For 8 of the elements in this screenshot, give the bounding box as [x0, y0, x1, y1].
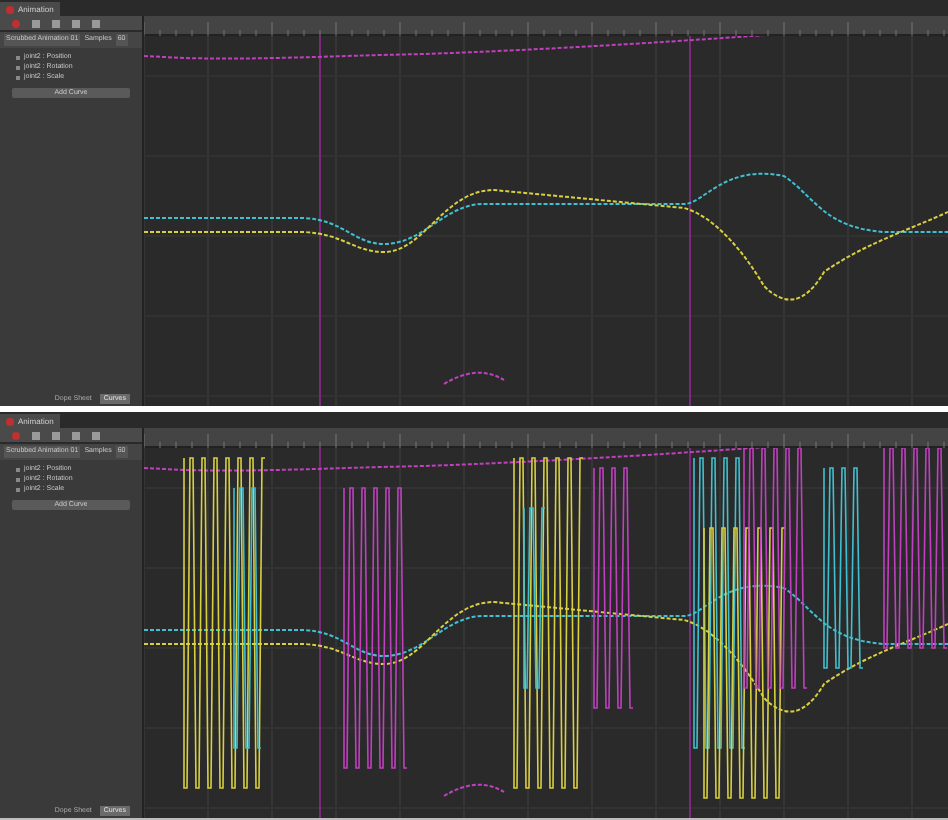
curve-line — [443, 371, 505, 385]
time-ruler[interactable] — [144, 16, 948, 36]
curve-line — [443, 783, 505, 797]
event-marker[interactable] — [689, 36, 691, 406]
event-marker[interactable] — [689, 448, 691, 818]
event-marker[interactable] — [319, 36, 321, 406]
time-ruler[interactable] — [144, 428, 948, 448]
event-marker[interactable] — [319, 448, 321, 818]
